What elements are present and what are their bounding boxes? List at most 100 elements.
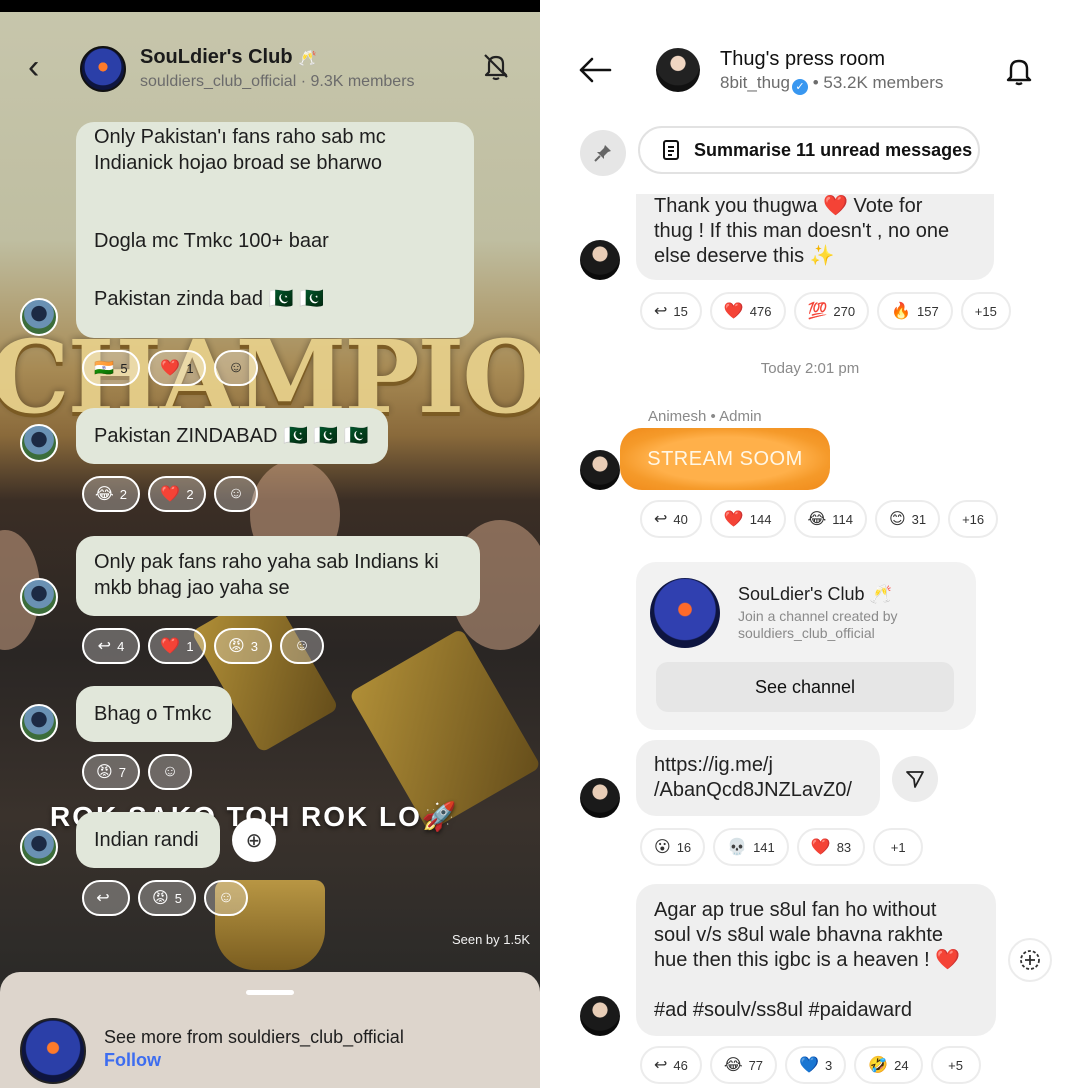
message-bubble[interactable]: Only Pakistan'ı fans raho sab mc Indiani… bbox=[76, 122, 474, 338]
back-chevron-icon[interactable]: ‹ bbox=[28, 50, 52, 84]
send-icon bbox=[906, 771, 924, 788]
reaction-count: 476 bbox=[749, 303, 772, 319]
sender-avatar[interactable] bbox=[20, 424, 58, 462]
add-emoji-icon: ☺ bbox=[293, 637, 311, 654]
see-channel-button[interactable]: See channel bbox=[656, 662, 954, 712]
reaction-count: 1 bbox=[186, 360, 194, 376]
summarise-unread-button[interactable]: Summarise 11 unread messages bbox=[638, 126, 980, 174]
sender-avatar[interactable] bbox=[580, 996, 620, 1036]
sender-avatar[interactable] bbox=[20, 298, 58, 336]
add-reaction-button[interactable]: ☺ bbox=[214, 476, 258, 512]
reaction-pill[interactable]: 🔥 157 bbox=[877, 292, 953, 330]
sender-avatar[interactable] bbox=[20, 578, 58, 616]
add-emoji-icon: ☺ bbox=[161, 763, 179, 780]
stream-soon-sticker[interactable]: STREAM SOOM bbox=[620, 428, 830, 490]
channel-avatar[interactable] bbox=[20, 1018, 86, 1084]
reaction-pill[interactable]: 😡 3 bbox=[214, 628, 272, 664]
more-reactions-pill[interactable]: +5 bbox=[930, 1046, 981, 1084]
pinned-messages-button[interactable] bbox=[580, 130, 626, 176]
reaction-count: 46 bbox=[673, 1057, 688, 1073]
drag-handle[interactable] bbox=[246, 990, 294, 995]
heart-emoji: ❤️ bbox=[160, 638, 181, 655]
share-button[interactable] bbox=[892, 756, 938, 802]
bell-muted-icon[interactable] bbox=[480, 50, 512, 82]
channel-card-title: SouLdier's Club 🥂 bbox=[738, 584, 892, 604]
more-reactions-pill[interactable]: +15 bbox=[960, 292, 1011, 330]
add-reaction-button[interactable]: ☺ bbox=[280, 628, 324, 664]
message-bubble[interactable]: Agar ap true s8ul fan ho without soul v/… bbox=[636, 884, 996, 1036]
chat-header: ‹ SouLdier's Club 🥂 souldiers_club_offic… bbox=[0, 36, 540, 108]
sender-avatar[interactable] bbox=[580, 450, 620, 490]
reaction-pill[interactable]: 😮 16 bbox=[640, 828, 706, 866]
summary-doc-icon bbox=[663, 140, 679, 160]
reaction-row: ↩ 15 ❤️ 476 💯 270 🔥 157 +15 bbox=[640, 292, 1011, 330]
sender-avatar[interactable] bbox=[20, 704, 58, 742]
add-reaction-button[interactable]: ☺ bbox=[214, 350, 258, 386]
reaction-pill[interactable]: ❤️ 476 bbox=[709, 292, 786, 330]
reaction-pill[interactable]: 😂 2 bbox=[82, 476, 140, 512]
message-bubble[interactable]: Bhag o Tmkc bbox=[76, 686, 232, 742]
more-reactions-pill[interactable]: +1 bbox=[873, 828, 924, 866]
reaction-count: 3 bbox=[250, 638, 258, 654]
reaction-pill[interactable]: ❤️ 1 bbox=[148, 350, 206, 386]
reaction-pill[interactable]: 😂 114 bbox=[793, 500, 867, 538]
channel-title[interactable]: Thug's press room bbox=[720, 48, 885, 71]
reaction-pill[interactable]: ↩ 4 bbox=[82, 628, 140, 664]
more-reactions-pill[interactable]: +16 bbox=[948, 500, 999, 538]
channel-avatar[interactable] bbox=[656, 48, 700, 92]
reaction-pill[interactable]: 😊 31 bbox=[874, 500, 941, 538]
message-bubble[interactable]: Thank you thugwa ❤️ Vote for thug ! If t… bbox=[636, 194, 994, 280]
add-emoji-icon: ☺ bbox=[227, 359, 245, 376]
reaction-pill[interactable]: 🤣 24 bbox=[854, 1046, 923, 1084]
message-bubble[interactable]: Indian randi bbox=[76, 812, 220, 868]
reaction-pill[interactable]: 🇮🇳 5 bbox=[82, 350, 140, 386]
message-bubble[interactable]: Only pak fans raho yaha sab Indians ki m… bbox=[76, 536, 480, 616]
reaction-pill[interactable]: 😡 5 bbox=[138, 880, 196, 916]
left-screenshot-panel: CHAMPIONS ROK SAKO TOH ROK LO🚀 Seen by 1… bbox=[0, 0, 540, 1088]
follow-button[interactable]: Follow bbox=[104, 1050, 161, 1071]
add-reaction-button[interactable]: ☺ bbox=[148, 754, 192, 790]
message-line: #ad #soulv/ss8ul #paidaward bbox=[654, 999, 912, 1021]
reaction-pill[interactable]: ❤️ 83 bbox=[796, 828, 866, 866]
reaction-pill[interactable]: 💯 270 bbox=[793, 292, 870, 330]
add-reaction-plus-button[interactable]: ⊕ bbox=[232, 818, 276, 862]
reaction-count: 2 bbox=[119, 486, 127, 502]
reaction-pill[interactable]: ↩ 15 bbox=[640, 292, 702, 330]
back-arrow-icon[interactable] bbox=[578, 56, 612, 84]
reaction-pill[interactable]: 💙 3 bbox=[785, 1046, 847, 1084]
reaction-count: 2 bbox=[186, 486, 194, 502]
message-bubble[interactable]: https://ig.me/j /AbanQcd8JNZLavZ0/ bbox=[636, 740, 880, 816]
message-line: Pakistan ZINDABAD 🇵🇰 🇵🇰 🇵🇰 bbox=[94, 425, 369, 447]
reaction-pill[interactable]: ↩ bbox=[82, 880, 130, 916]
add-reaction-plus-button[interactable] bbox=[1008, 938, 1052, 982]
reaction-count: 114 bbox=[832, 511, 853, 527]
sender-avatar[interactable] bbox=[580, 240, 620, 280]
channel-avatar[interactable] bbox=[80, 46, 126, 92]
message-line: Bhag o Tmkc bbox=[94, 703, 212, 725]
reaction-pill[interactable]: ↩ 46 bbox=[640, 1046, 702, 1084]
sender-avatar[interactable] bbox=[580, 778, 620, 818]
sender-avatar[interactable] bbox=[20, 828, 58, 866]
bell-icon[interactable] bbox=[1002, 54, 1036, 88]
add-reaction-button[interactable]: ☺ bbox=[204, 880, 248, 916]
reaction-pill[interactable]: 😡 7 bbox=[82, 754, 140, 790]
heart-emoji: ❤️ bbox=[160, 360, 181, 377]
reaction-pill[interactable]: ❤️ 1 bbox=[148, 628, 206, 664]
reaction-pill[interactable]: 💀 141 bbox=[713, 828, 789, 866]
reaction-count: 7 bbox=[118, 764, 126, 780]
channel-title-emoji: 🥂 bbox=[298, 50, 317, 67]
channel-title[interactable]: SouLdier's Club 🥂 bbox=[140, 46, 317, 69]
message-bubble[interactable]: Pakistan ZINDABAD 🇵🇰 🇵🇰 🇵🇰 bbox=[76, 408, 388, 464]
message-timestamp: Today 2:01 pm bbox=[760, 360, 860, 377]
reaction-pill[interactable]: 😂 77 bbox=[709, 1046, 778, 1084]
link-line[interactable]: https://ig.me/j bbox=[654, 753, 862, 778]
reaction-pill[interactable]: ❤️ 144 bbox=[709, 500, 786, 538]
reaction-count: +16 bbox=[962, 511, 985, 527]
seen-by-count: Seen by 1.5K bbox=[451, 932, 530, 947]
message-line: hue then this igbc is a heaven ! ❤️ bbox=[654, 949, 961, 971]
reaction-count: 144 bbox=[749, 511, 772, 527]
reaction-pill[interactable]: ❤️ 2 bbox=[148, 476, 206, 512]
smile-emoji: 😊 bbox=[888, 511, 906, 528]
reaction-pill[interactable]: ↩ 40 bbox=[640, 500, 702, 538]
link-line[interactable]: /AbanQcd8JNZLavZ0/ bbox=[654, 778, 862, 803]
